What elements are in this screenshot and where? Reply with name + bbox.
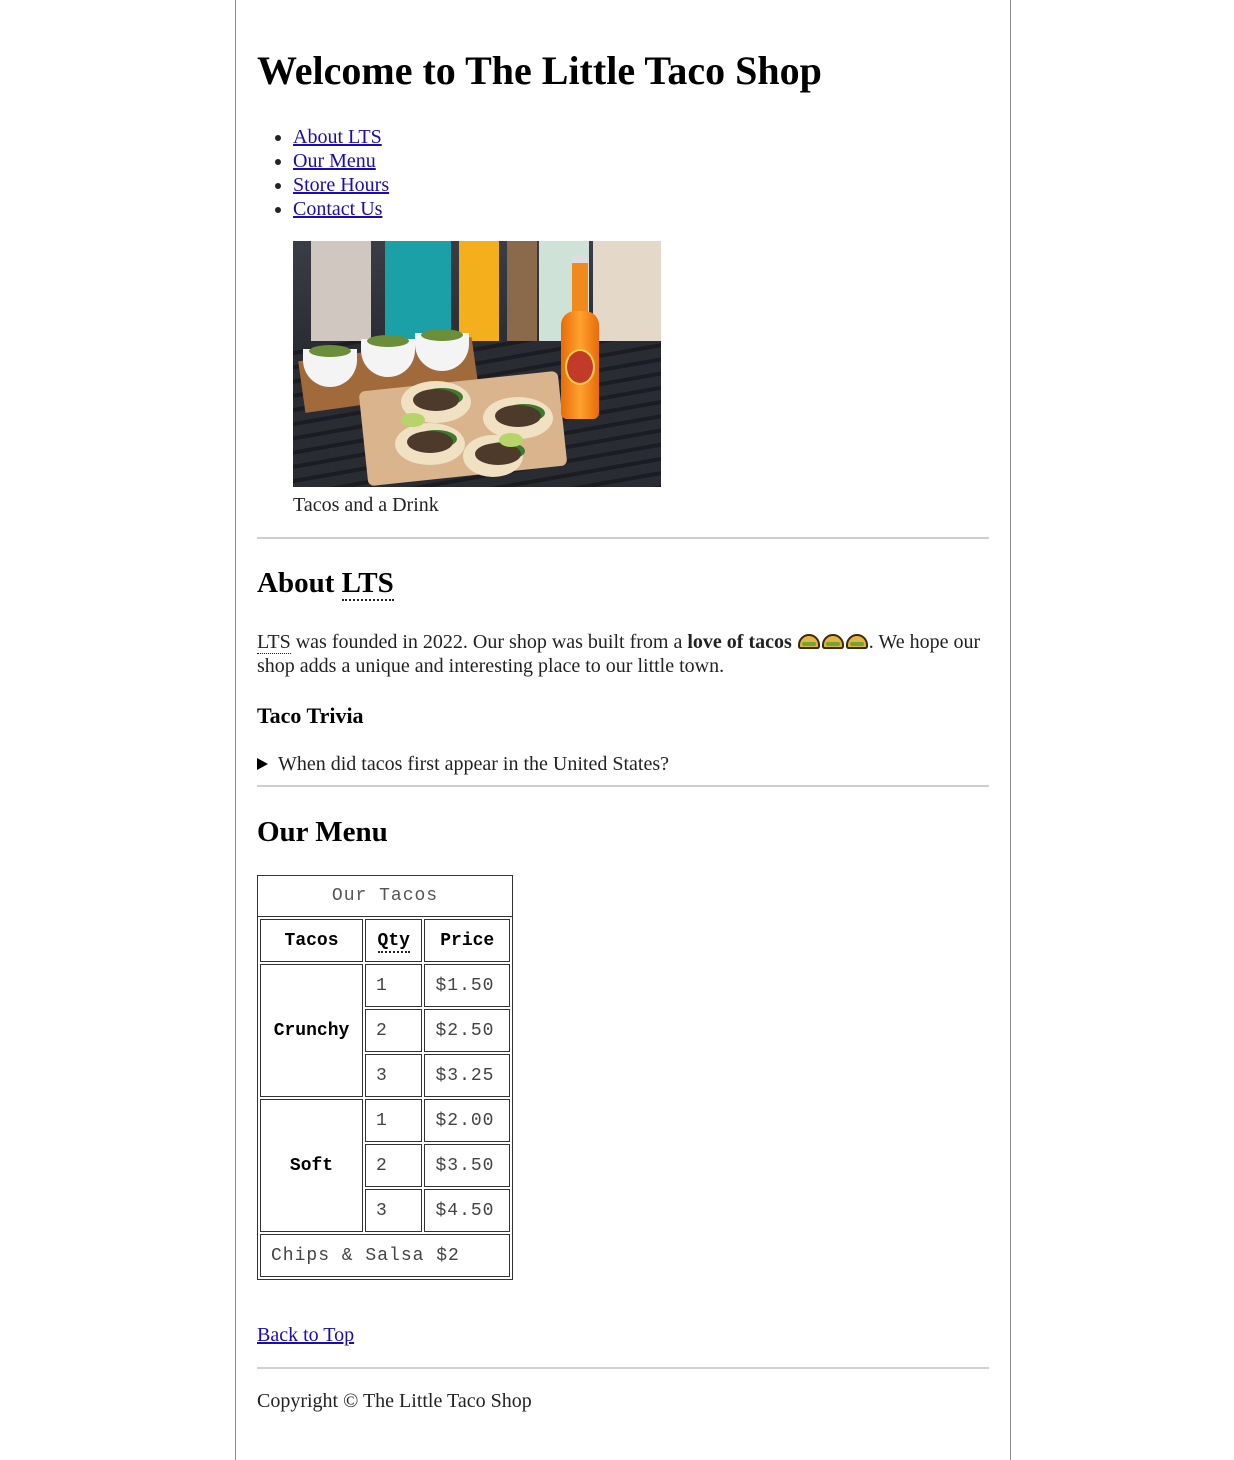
category-cell: Soft	[260, 1099, 364, 1232]
back-to-top-link[interactable]: Back to Top	[257, 1324, 354, 1346]
nav-list: About LTS Our Menu Store Hours Contact U…	[257, 125, 989, 221]
price-cell: $3.50	[424, 1144, 510, 1187]
qty-cell: 3	[365, 1189, 423, 1232]
col-header-price: Price	[424, 919, 510, 962]
taco-icon	[821, 634, 844, 649]
abbr-qty: Qty	[377, 930, 410, 953]
qty-cell: 3	[365, 1054, 423, 1097]
qty-cell: 2	[365, 1144, 423, 1187]
divider	[257, 785, 989, 787]
price-cell: $2.00	[424, 1099, 510, 1142]
abbr-lts: LTS	[341, 567, 394, 601]
trivia-heading: Taco Trivia	[257, 703, 364, 728]
nav-item-contact: Contact Us	[293, 197, 989, 221]
qty-cell: 1	[365, 964, 423, 1007]
taco-icon	[845, 634, 868, 649]
page-container: Welcome to The Little Taco Shop About LT…	[235, 0, 1011, 1460]
nav-link-about[interactable]: About LTS	[293, 126, 382, 148]
price-cell: $4.50	[424, 1189, 510, 1232]
table-row: Soft 1 $2.00	[260, 1099, 510, 1232]
category-cell: Crunchy	[260, 964, 364, 1097]
about-text-part1: was founded in 2022. Our shop was built …	[290, 631, 688, 653]
about-bold-text: love of tacos	[687, 631, 792, 653]
table-header-row: Tacos Qty Price	[260, 919, 510, 962]
price-cell: $3.25	[424, 1054, 510, 1097]
col-header-qty: Qty	[365, 919, 423, 962]
about-section: About LTS LTS was founded in 2022. Our s…	[257, 566, 989, 776]
menu-section: Our Menu Our Tacos Tacos Qty Price Crunc…	[257, 815, 989, 1347]
price-cell: $2.50	[424, 1009, 510, 1052]
copyright-text: Copyright © The Little Taco Shop	[257, 1390, 532, 1412]
about-heading: About LTS	[257, 567, 394, 601]
table-row: Crunchy 1 $1.50	[260, 964, 510, 1097]
divider	[257, 1367, 989, 1369]
trivia-summary[interactable]: When did tacos first appear in the Unite…	[278, 752, 669, 776]
page-title: Welcome to The Little Taco Shop	[257, 48, 822, 93]
divider	[257, 537, 989, 539]
hero-figure: Tacos and a Drink	[293, 241, 989, 517]
page-footer: Copyright © The Little Taco Shop	[257, 1389, 989, 1413]
nav-item-menu: Our Menu	[293, 149, 989, 173]
menu-table-caption: Our Tacos	[257, 875, 513, 916]
qty-cell: 2	[365, 1009, 423, 1052]
disclosure-triangle-icon	[257, 758, 268, 770]
nav-link-hours[interactable]: Store Hours	[293, 174, 389, 196]
menu-table: Our Tacos Tacos Qty Price Crunchy 1 $1.5…	[257, 875, 513, 1280]
nav-link-menu[interactable]: Our Menu	[293, 150, 376, 172]
back-to-top-wrap: Back to Top	[257, 1324, 989, 1347]
nav-item-hours: Store Hours	[293, 173, 989, 197]
table-footer-row: Chips & Salsa $2	[260, 1234, 510, 1277]
trivia-details[interactable]: When did tacos first appear in the Unite…	[257, 752, 989, 776]
nav-item-about: About LTS	[293, 125, 989, 149]
abbr-lts-inline: LTS	[257, 631, 291, 654]
about-text: LTS was founded in 2022. Our shop was bu…	[257, 630, 989, 678]
taco-icon	[797, 634, 820, 649]
col-header-tacos: Tacos	[260, 919, 364, 962]
qty-cell: 1	[365, 1099, 423, 1142]
image-caption: Tacos and a Drink	[293, 494, 439, 516]
tacos-and-drink-image	[293, 241, 661, 487]
price-cell: $1.50	[424, 964, 510, 1007]
chips-salsa-cell: Chips & Salsa $2	[260, 1234, 510, 1277]
nav-link-contact[interactable]: Contact Us	[293, 198, 382, 220]
menu-heading: Our Menu	[257, 816, 388, 848]
